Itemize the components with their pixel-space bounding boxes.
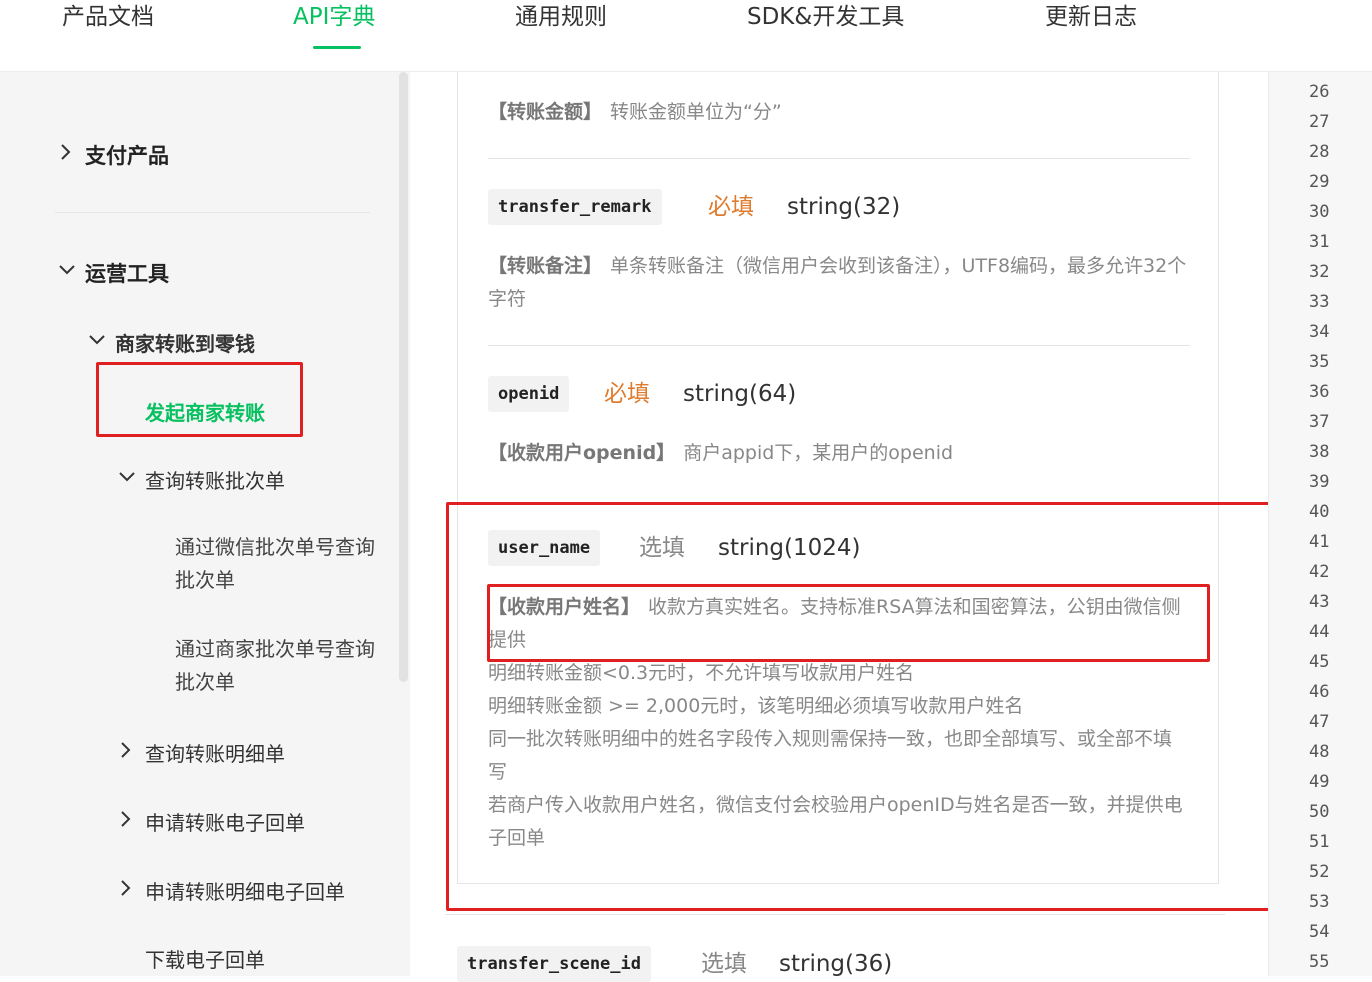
desc-title: 【转账备注】: [488, 255, 603, 277]
chevron-down-icon: [58, 260, 76, 284]
line-number: 28: [1309, 142, 1330, 162]
line-number: 47: [1309, 712, 1330, 732]
line-number-gutter: 26 27 28 29 30 31 32 33 34 35 36 37 38 3…: [1268, 72, 1372, 976]
line-number: 27: [1309, 112, 1330, 132]
tab-product-docs[interactable]: 产品文档: [62, 0, 154, 34]
main-content: 【转账金额】 转账金额单位为“分” transfer_remark 必填 stri…: [410, 72, 1276, 982]
sidebar-divider: [55, 212, 370, 213]
required-badge: 必填: [604, 381, 650, 407]
optional-badge: 选填: [701, 951, 747, 977]
active-tab-indicator: [313, 46, 361, 49]
param-transfer-scene-id: transfer_scene_id 选填 string(36): [457, 946, 1057, 982]
line-number: 33: [1309, 292, 1330, 312]
param-type: string(32): [787, 194, 901, 220]
line-number: 53: [1309, 892, 1330, 912]
separator: [445, 914, 1225, 915]
line-number: 29: [1309, 172, 1330, 192]
sidebar-item-label: 查询转账明细单: [145, 742, 285, 766]
openid-description: 【收款用户openid】 商户appid下，某用户的openid: [488, 437, 1188, 470]
line-number: 49: [1309, 772, 1330, 792]
sidebar-item-label: 申请转账电子回单: [145, 811, 305, 835]
chevron-right-icon: [120, 809, 132, 833]
line-number: 36: [1309, 382, 1330, 402]
tab-api-dictionary[interactable]: API字典: [293, 0, 375, 34]
tab-changelog[interactable]: 更新日志: [1045, 0, 1137, 34]
line-number: 41: [1309, 532, 1330, 552]
top-navigation: 产品文档 API字典 通用规则 SDK&开发工具 更新日志: [0, 0, 1372, 72]
line-number: 26: [1309, 82, 1330, 102]
sidebar-scrollbar[interactable]: [399, 72, 408, 682]
required-badge: 必填: [708, 194, 754, 220]
chevron-right-icon: [120, 740, 132, 764]
line-number: 45: [1309, 652, 1330, 672]
line-number: 46: [1309, 682, 1330, 702]
sidebar-item-label: 申请转账明细电子回单: [145, 880, 345, 904]
sidebar-item-label: 运营工具: [85, 262, 169, 286]
line-number: 40: [1309, 502, 1330, 522]
chevron-down-icon: [118, 467, 136, 491]
line-number: 35: [1309, 352, 1330, 372]
separator: [488, 345, 1190, 346]
chevron-right-icon: [60, 142, 72, 166]
line-number: 39: [1309, 472, 1330, 492]
desc-text: 转账金额单位为“分”: [610, 101, 782, 123]
sidebar-item-label: 通过商家批次单号查询批次单: [175, 637, 375, 694]
highlight-box-description: [487, 584, 1210, 662]
line-number: 42: [1309, 562, 1330, 582]
sidebar-item-label: 查询转账批次单: [145, 469, 285, 493]
transfer-amount-description: 【转账金额】 转账金额单位为“分”: [488, 96, 1188, 129]
highlight-box-user-name: [446, 502, 1276, 911]
line-number: 54: [1309, 922, 1330, 942]
sidebar-item-label: 商家转账到零钱: [115, 332, 255, 356]
sidebar: 支付产品 运营工具 商家转账到零钱 发起商家转账 查询转账批次单 通过微信批次单…: [0, 72, 410, 976]
sidebar-item-label: 下载电子回单: [145, 948, 265, 972]
desc-title: 【转账金额】: [488, 101, 603, 123]
tab-sdk-tools[interactable]: SDK&开发工具: [747, 0, 904, 34]
line-number: 44: [1309, 622, 1330, 642]
line-number: 51: [1309, 832, 1330, 852]
tab-general-rules[interactable]: 通用规则: [515, 0, 607, 34]
desc-text: 商户appid下，某用户的openid: [683, 442, 954, 464]
param-name: transfer_scene_id: [457, 946, 651, 982]
line-number: 43: [1309, 592, 1330, 612]
line-number: 52: [1309, 862, 1330, 882]
line-number: 30: [1309, 202, 1330, 222]
line-number: 50: [1309, 802, 1330, 822]
line-number: 37: [1309, 412, 1330, 432]
line-number: 32: [1309, 262, 1330, 282]
line-number: 48: [1309, 742, 1330, 762]
chevron-down-icon: [88, 330, 106, 354]
highlight-box-sidebar: [96, 362, 303, 437]
sidebar-item-label: 通过微信批次单号查询批次单: [175, 535, 375, 592]
transfer-remark-description: 【转账备注】 单条转账备注（微信用户会收到该备注），UTF8编码，最多允许32个字…: [488, 250, 1188, 316]
param-name: openid: [488, 376, 570, 412]
line-number: 31: [1309, 232, 1330, 252]
line-number: 38: [1309, 442, 1330, 462]
param-transfer-remark: transfer_remark 必填 string(32): [488, 189, 1088, 225]
line-number: 34: [1309, 322, 1330, 342]
param-type: string(36): [779, 951, 893, 977]
desc-title: 【收款用户openid】: [488, 442, 676, 464]
param-name: transfer_remark: [488, 189, 662, 225]
line-number: 55: [1309, 952, 1330, 972]
chevron-right-icon: [120, 878, 132, 902]
param-openid: openid 必填 string(64): [488, 376, 1088, 412]
param-type: string(64): [683, 381, 797, 407]
sidebar-item-label: 支付产品: [85, 144, 169, 168]
separator: [488, 158, 1190, 159]
